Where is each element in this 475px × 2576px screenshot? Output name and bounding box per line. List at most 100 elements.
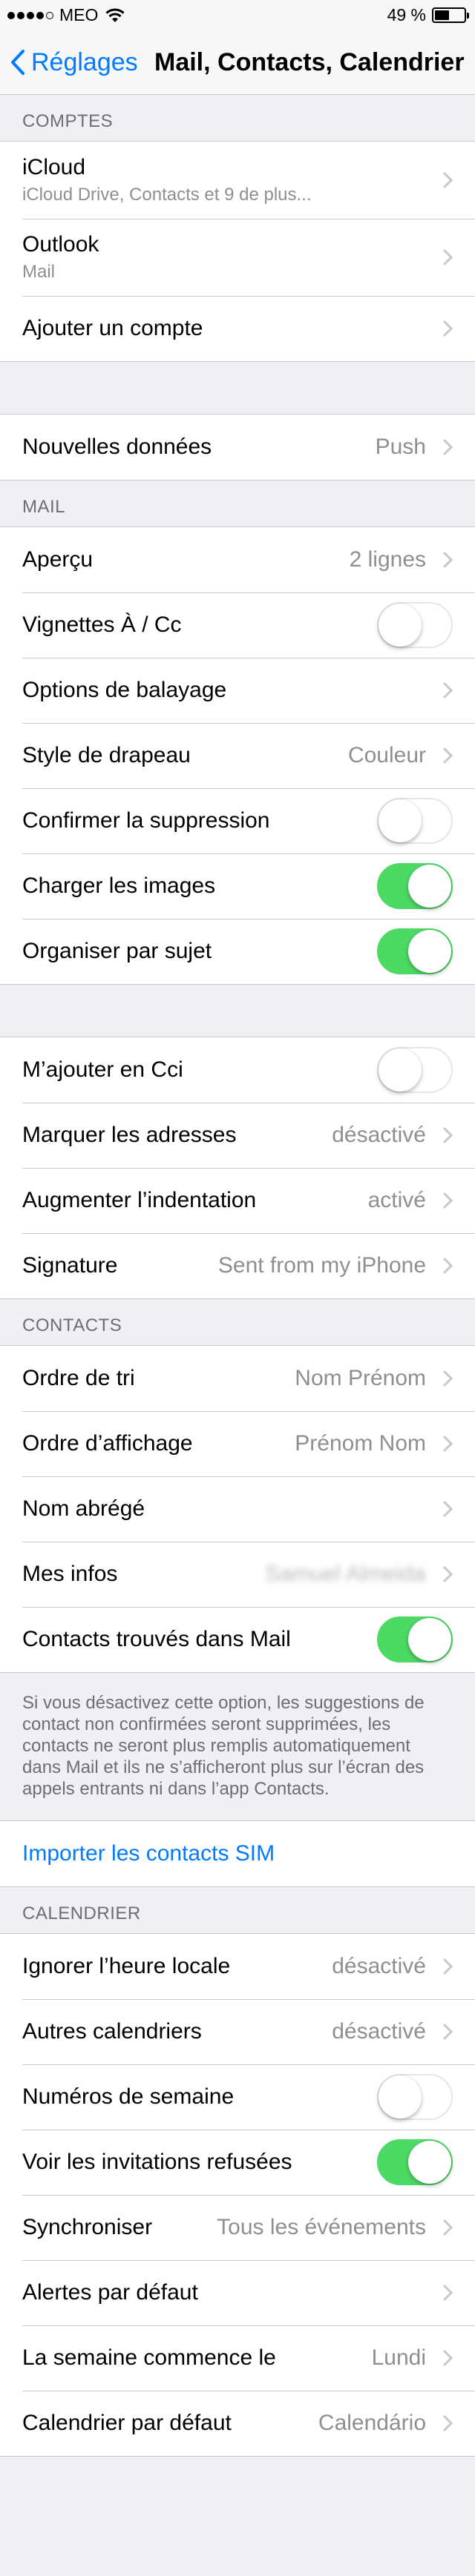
contacts-found-in-mail-row: Contacts trouvés dans Mail [0, 1607, 475, 1672]
account-icloud[interactable]: iCloud iCloud Drive, Contacts et 9 de pl… [0, 142, 475, 219]
flag-style-value: Couleur [347, 743, 426, 767]
sort-order-row[interactable]: Ordre de tri Nom Prénom [0, 1346, 475, 1411]
display-order-row[interactable]: Ordre d’affichage Prénom Nom [0, 1411, 475, 1476]
sync-row[interactable]: Synchroniser Tous les événements [0, 2195, 475, 2260]
always-bcc-myself-row: M’ajouter en Cci [0, 1037, 475, 1103]
chevron-right-icon [442, 320, 453, 337]
chevron-right-icon [442, 551, 453, 569]
chevron-right-icon [442, 1500, 453, 1518]
display-order-value: Prénom Nom [295, 1431, 426, 1456]
chevron-right-icon [442, 2284, 453, 2302]
carrier-name: MEO [59, 5, 99, 24]
sort-order-value: Nom Prénom [295, 1366, 426, 1390]
my-info-label: Mes infos [22, 1562, 118, 1586]
add-account-label: Ajouter un compte [22, 316, 203, 340]
fetch-group: Nouvelles données Push [0, 414, 475, 480]
chevron-right-icon [442, 171, 453, 189]
my-info-row[interactable]: Mes infos Samuel Almeida [0, 1542, 475, 1607]
start-week-on-row[interactable]: La semaine commence le Lundi [0, 2325, 475, 2391]
increase-quote-level-value: activé [367, 1188, 426, 1212]
back-button[interactable]: Réglages [10, 46, 138, 79]
chevron-right-icon [442, 2414, 453, 2432]
section-header-contacts: CONTACTS [22, 1315, 122, 1335]
to-cc-labels-row: Vignettes À / Cc [0, 592, 475, 658]
mark-addresses-row[interactable]: Marquer les adresses désactivé [0, 1103, 475, 1168]
organize-by-thread-toggle[interactable] [377, 928, 453, 974]
preview-value: 2 lignes [349, 547, 426, 572]
always-bcc-myself-label: M’ajouter en Cci [22, 1057, 183, 1082]
swipe-options-row[interactable]: Options de balayage [0, 658, 475, 723]
mark-addresses-label: Marquer les adresses [22, 1123, 237, 1147]
wifi-icon [105, 7, 125, 22]
battery-percentage: 49 % [387, 5, 426, 24]
signature-row[interactable]: Signature Sent from my iPhone [0, 1233, 475, 1298]
time-zone-override-value: désactivé [332, 1954, 426, 1978]
section-header-mail: MAIL [22, 497, 66, 517]
chevron-right-icon [442, 248, 453, 266]
chevron-right-icon [442, 681, 453, 699]
battery-icon [432, 7, 469, 23]
week-numbers-toggle[interactable] [377, 2074, 453, 2120]
chevron-right-icon [442, 2023, 453, 2041]
default-calendar-value: Calendário [318, 2411, 426, 2435]
chevron-right-icon [442, 1435, 453, 1453]
start-week-on-label: La semaine commence le [22, 2345, 276, 2370]
signature-label: Signature [22, 1253, 118, 1278]
contacts-found-in-mail-toggle[interactable] [377, 1616, 453, 1662]
account-detail: iCloud Drive, Contacts et 9 de plus... [22, 185, 312, 205]
week-numbers-label: Numéros de semaine [22, 2084, 235, 2109]
short-name-label: Nom abrégé [22, 1496, 145, 1521]
alternate-calendars-value: désactivé [332, 2019, 426, 2044]
time-zone-override-label: Ignorer l’heure locale [22, 1954, 231, 1978]
import-sim-contacts-button[interactable]: Importer les contacts SIM [0, 1821, 475, 1886]
alternate-calendars-label: Autres calendriers [22, 2019, 202, 2044]
flag-style-label: Style de drapeau [22, 743, 191, 767]
increase-quote-level-label: Augmenter l’indentation [22, 1188, 257, 1212]
alternate-calendars-row[interactable]: Autres calendriers désactivé [0, 1999, 475, 2064]
chevron-right-icon [442, 438, 453, 456]
ask-before-deleting-row: Confirmer la suppression [0, 788, 475, 853]
account-outlook[interactable]: Outlook Mail [0, 219, 475, 296]
add-account-row[interactable]: Ajouter un compte [0, 296, 475, 361]
section-header-accounts: COMPTES [22, 111, 114, 131]
start-week-on-value: Lundi [371, 2345, 426, 2370]
swipe-options-label: Options de balayage [22, 678, 227, 702]
chevron-right-icon [442, 1565, 453, 1583]
load-images-row: Charger les images [0, 853, 475, 919]
preview-label: Aperçu [22, 547, 94, 572]
time-zone-override-row[interactable]: Ignorer l’heure locale désactivé [0, 1934, 475, 1999]
mark-addresses-value: désactivé [332, 1123, 426, 1147]
back-chevron-icon [11, 50, 24, 75]
sync-value: Tous les événements [217, 2215, 426, 2239]
default-calendar-row[interactable]: Calendrier par défaut Calendário [0, 2391, 475, 2456]
show-declined-events-row: Voir les invitations refusées [0, 2130, 475, 2195]
show-declined-events-toggle[interactable] [377, 2139, 453, 2185]
contacts-found-in-mail-label: Contacts trouvés dans Mail [22, 1627, 291, 1651]
flag-style-row[interactable]: Style de drapeau Couleur [0, 723, 475, 788]
default-alert-times-row[interactable]: Alertes par défaut [0, 2260, 475, 2325]
chevron-right-icon [442, 1126, 453, 1144]
chevron-right-icon [442, 1958, 453, 1975]
page-title: Mail, Contacts, Calendrier [154, 48, 465, 76]
always-bcc-myself-toggle[interactable] [377, 1047, 453, 1093]
short-name-row[interactable]: Nom abrégé [0, 1476, 475, 1542]
fetch-new-data-row[interactable]: Nouvelles données Push [0, 415, 475, 480]
to-cc-label: Vignettes À / Cc [22, 612, 182, 637]
chevron-right-icon [442, 1370, 453, 1387]
fetch-label: Nouvelles données [22, 435, 212, 459]
fetch-value: Push [375, 435, 426, 459]
load-images-toggle[interactable] [377, 863, 453, 909]
status-bar: MEO 49 % [0, 0, 475, 30]
account-detail: Mail [22, 262, 56, 282]
to-cc-toggle[interactable] [377, 602, 453, 648]
my-info-value: Samuel Almeida [265, 1562, 426, 1586]
navigation-bar: Réglages Mail, Contacts, Calendrier [0, 30, 475, 95]
account-label: Outlook [22, 232, 99, 257]
chevron-right-icon [442, 1257, 453, 1275]
contacts-found-in-mail-footer: Si vous désactivez cette option, les sug… [22, 1693, 425, 1799]
signature-value: Sent from my iPhone [217, 1253, 426, 1278]
preview-row[interactable]: Aperçu 2 lignes [0, 527, 475, 592]
contacts-group: Ordre de tri Nom Prénom Ordre d’affichag… [0, 1345, 475, 1673]
ask-before-deleting-toggle[interactable] [377, 798, 453, 844]
increase-quote-level-row[interactable]: Augmenter l’indentation activé [0, 1168, 475, 1233]
